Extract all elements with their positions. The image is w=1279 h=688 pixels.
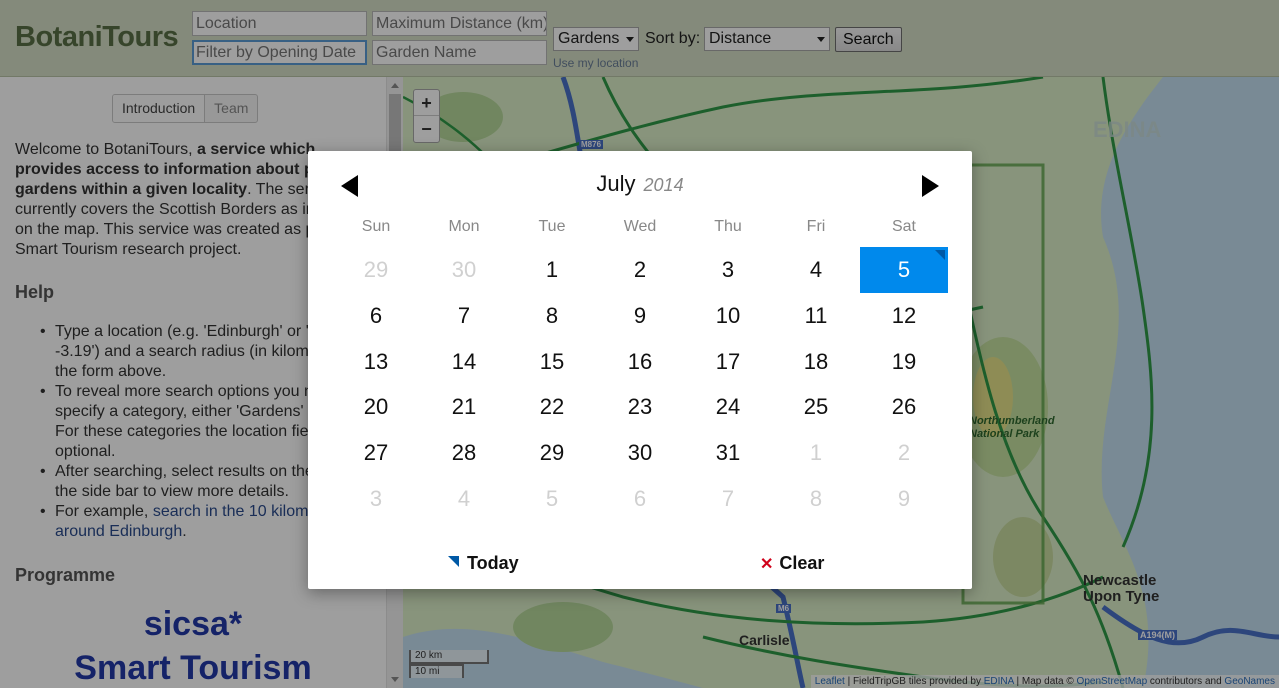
calendar-day: 3 [369,486,383,511]
calendar-day[interactable]: 16 [596,339,684,385]
month-header: July 2014 [308,171,972,197]
calendar-day[interactable]: 30 [596,430,684,476]
weekday-header: Fri [806,218,826,235]
calendar-day[interactable]: 15 [508,339,596,385]
calendar-day[interactable]: 26 [860,384,948,430]
calendar-day[interactable]: 6 [332,293,420,339]
calendar-day[interactable]: 25 [772,384,860,430]
calendar-day: 7 [721,486,735,511]
calendar-day[interactable]: 13 [332,339,420,385]
calendar-day[interactable]: 18 [772,339,860,385]
calendar-day: 9 [897,486,911,511]
calendar-day[interactable]: 19 [860,339,948,385]
weekday-header: Thu [714,218,742,235]
calendar-day[interactable]: 10 [684,293,772,339]
calendar-day[interactable]: 7 [420,293,508,339]
next-month-icon[interactable] [922,175,939,197]
month-label: July [596,171,636,196]
weekday-header: Sun [361,218,391,235]
close-icon: ✕ [760,556,774,573]
calendar-day[interactable]: 3 [684,247,772,293]
calendar-day[interactable]: 14 [420,339,508,385]
calendar-day: 29 [363,257,389,282]
clear-label: Clear [779,553,825,573]
calendar-day[interactable]: 28 [420,430,508,476]
calendar-day[interactable]: 12 [860,293,948,339]
calendar-day[interactable]: 2 [596,247,684,293]
calendar-day: 2 [897,440,911,466]
calendar-day[interactable]: 24 [684,384,772,430]
calendar-day[interactable]: 27 [332,430,420,476]
calendar-day: 4 [457,486,471,511]
calendar-day[interactable]: 21 [420,384,508,430]
today-button[interactable]: Today [448,553,519,574]
weekday-header: Mon [448,218,480,235]
calendar-day[interactable]: 9 [596,293,684,339]
calendar-day[interactable]: 29 [508,430,596,476]
calendar-day: 1 [809,440,823,466]
weekday-header: Wed [623,218,657,235]
calendar-day[interactable]: 11 [772,293,860,339]
calendar-day[interactable]: 22 [508,384,596,430]
calendar-day[interactable]: 17 [684,339,772,385]
app-root: BotaniTours Location Maximum Distance (k… [0,0,1279,688]
clear-button[interactable]: ✕ Clear [760,553,824,574]
weekday-header: Sat [891,218,916,235]
calendar-day: 8 [809,486,823,511]
weekday-header: Tue [538,218,566,235]
calendar-day[interactable]: 1 [508,247,596,293]
calendar-day: 5 [545,486,559,511]
year-label: 2014 [643,175,684,195]
calendar-day[interactable]: 20 [332,384,420,430]
today-label: Today [467,553,519,573]
calendar-day[interactable]: 23 [596,384,684,430]
calendar-day[interactable]: 31 [684,430,772,476]
calendar-day: 6 [633,486,647,511]
calendar-day: 30 [451,257,477,282]
today-marker-icon [448,556,459,567]
date-picker: July 2014 Sun Mon Tue Wed Thu Fri Sat 29 30 1 2 3 4 5 6… [308,151,972,589]
calendar-day-selected[interactable]: 5 [860,247,948,293]
calendar-day[interactable]: 8 [508,293,596,339]
calendar-day[interactable]: 4 [772,247,860,293]
